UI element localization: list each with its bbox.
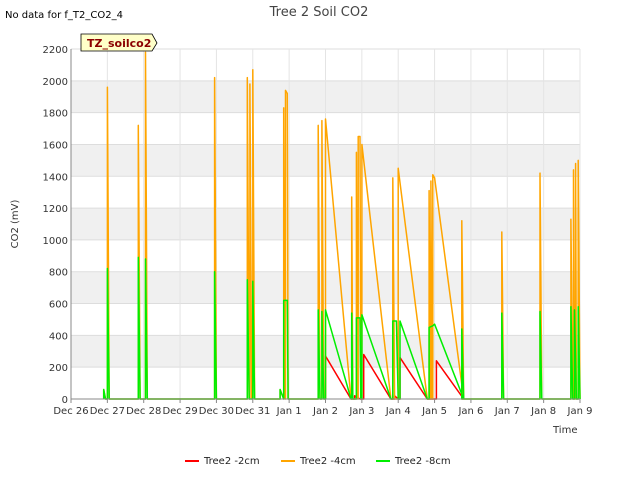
y-tick-label: 200 xyxy=(49,363,68,374)
x-tick-label: Jan 6 xyxy=(457,406,483,417)
x-tick-label: Jan 1 xyxy=(276,406,302,417)
y-axis-title: CO2 (mV) xyxy=(10,200,21,249)
x-tick-labels: Dec 26 Dec 27 Dec 28 Dec 29 Dec 30 Dec 31 Jan … xyxy=(53,399,592,417)
y-tick-label: 600 xyxy=(49,300,68,311)
y-tick-labels: 0 200 400 600 800 1000 1200 1400 1600 1800 2000 220… xyxy=(43,45,68,406)
chart-svg: 0 200 400 600 800 1000 1200 1400 1600 1800 2000 220… xyxy=(5,5,592,467)
x-tick-label: Jan 8 xyxy=(530,406,556,417)
x-tick-label: Jan 5 xyxy=(421,406,447,417)
y-tick-label: 0 xyxy=(62,395,68,406)
y-tick-label: 800 xyxy=(49,268,68,279)
y-tick-label: 1200 xyxy=(43,204,68,215)
legend: Tree2 -2cm Tree2 -4cm Tree2 -8cm xyxy=(185,456,451,467)
y-tick-label: 2000 xyxy=(43,77,68,88)
x-tick-label: Jan 4 xyxy=(385,406,411,417)
x-tick-label: Dec 31 xyxy=(235,406,270,417)
legend-label: Tree2 -8cm xyxy=(394,456,451,467)
x-tick-label: Dec 26 xyxy=(53,406,88,417)
y-tick-label: 2200 xyxy=(43,45,68,56)
badge-label: TZ_soilco2 xyxy=(87,37,151,50)
x-tick-label: Jan 9 xyxy=(567,406,593,417)
x-tick-label: Dec 30 xyxy=(199,406,234,417)
y-tick-label: 400 xyxy=(49,331,68,342)
badge: TZ_soilco2 xyxy=(80,33,158,52)
legend-label: Tree2 -4cm xyxy=(299,456,356,467)
y-tick-label: 1000 xyxy=(43,236,68,247)
x-axis-title: Time xyxy=(552,425,577,436)
chart-title: Tree 2 Soil CO2 xyxy=(269,5,369,20)
x-tick-label: Dec 27 xyxy=(90,406,125,417)
x-tick-label: Dec 29 xyxy=(162,406,197,417)
legend-label: Tree2 -2cm xyxy=(203,456,260,467)
y-tick-label: 1400 xyxy=(43,172,68,183)
no-data-message: No data for f_T2_CO2_4 xyxy=(5,10,123,21)
x-tick-label: Jan 3 xyxy=(348,406,374,417)
x-tick-label: Dec 28 xyxy=(126,406,161,417)
y-tick-label: 1800 xyxy=(43,109,68,120)
x-tick-label: Jan 2 xyxy=(312,406,338,417)
x-tick-label: Jan 7 xyxy=(494,406,520,417)
y-tick-label: 1600 xyxy=(43,140,68,151)
